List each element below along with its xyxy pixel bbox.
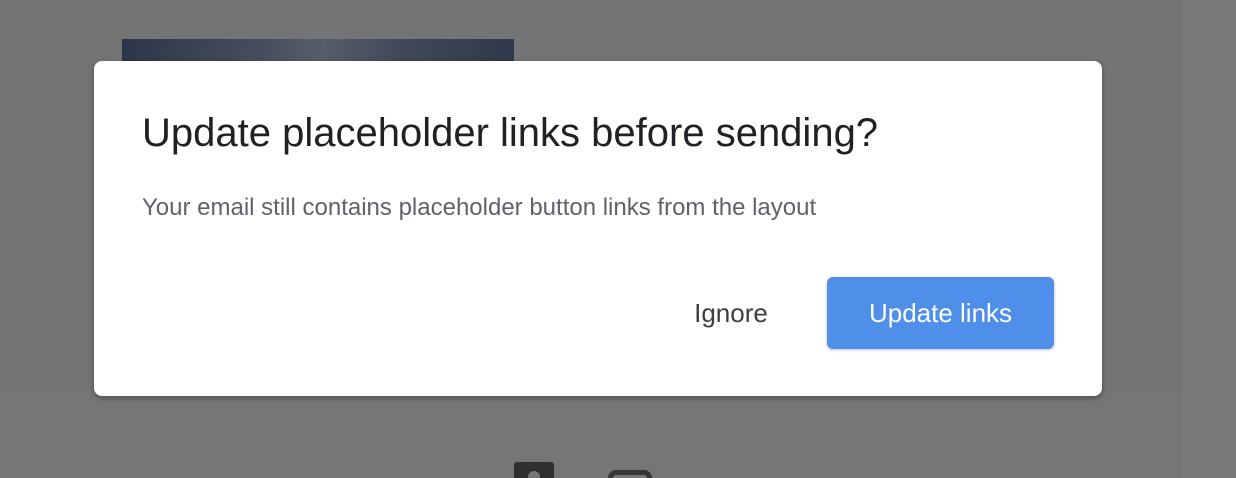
update-links-button[interactable]: Update links — [827, 277, 1054, 349]
update-links-dialog: Update placeholder links before sending?… — [94, 61, 1102, 396]
dialog-message: Your email still contains placeholder bu… — [142, 194, 817, 221]
ignore-button[interactable]: Ignore — [666, 277, 796, 349]
dialog-title: Update placeholder links before sending? — [142, 111, 879, 155]
page: Update placeholder links before sending?… — [0, 0, 1236, 478]
